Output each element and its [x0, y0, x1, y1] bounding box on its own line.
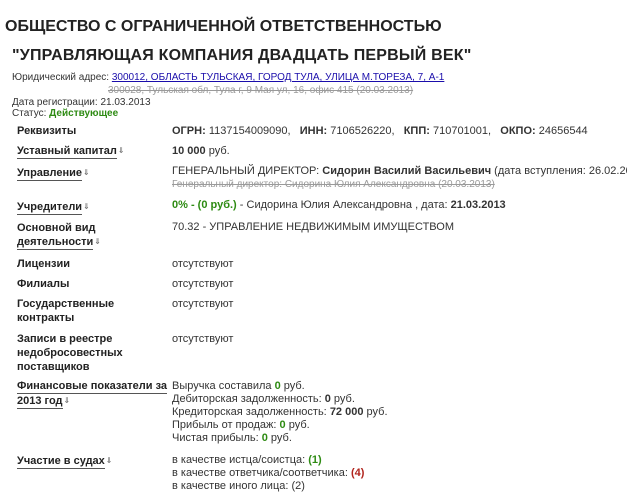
management-previous: Генеральный директор: Сидорина Юлия Алек… — [172, 179, 495, 190]
other-text: в качестве иного лица: — [172, 480, 292, 492]
status-row: Статус: Действующее — [12, 108, 118, 119]
details-label: Реквизиты — [17, 125, 77, 137]
management-label: Управление — [17, 167, 83, 181]
inn-value: 7106526220, — [330, 125, 395, 137]
founders-toggle[interactable]: Учредители⇓ — [17, 201, 90, 215]
net-profit-unit: руб. — [267, 432, 292, 444]
inn-label: ИНН: — [299, 125, 328, 137]
contracts-value: отсутствуют — [172, 298, 234, 310]
licenses-label: Лицензии — [17, 258, 70, 270]
collapse-arrow-icon: ⇓ — [117, 146, 125, 155]
other-count[interactable]: (2) — [292, 480, 305, 492]
capital-value: 10 000 — [172, 145, 206, 157]
activity-label-line1: Основной вид — [17, 222, 96, 234]
courts-toggle[interactable]: Участие в судах⇓ — [17, 455, 113, 469]
net-profit-text: Чистая прибыль: — [172, 432, 262, 444]
sales-profit-unit: руб. — [285, 419, 310, 431]
finance-label-line1: Финансовые показатели за — [17, 380, 168, 394]
contracts-label-line2: контракты — [17, 312, 75, 324]
finance-revenue: Выручка составила 0 руб. — [172, 380, 305, 392]
capital-toggle[interactable]: Уставный капитал⇓ — [17, 145, 125, 159]
founders-value: 0% - (0 руб.) - Сидорина Юлия Александро… — [172, 199, 506, 211]
details-values: ОГРН: 1137154009090, ИНН: 7106526220, КП… — [172, 125, 588, 137]
unfair-label-line3: поставщиков — [17, 361, 90, 373]
branches-value: отсутствуют — [172, 278, 234, 290]
org-form-title: ОБЩЕСТВО С ОГРАНИЧЕННОЙ ОТВЕТСТВЕННОСТЬЮ — [5, 18, 442, 35]
finance-toggle-line2[interactable]: 2013 год⇓ — [17, 395, 71, 409]
capital-unit: руб. — [208, 145, 230, 157]
payables-unit: руб. — [363, 406, 388, 418]
address-label: Юридический адрес: — [12, 72, 110, 83]
management-current: ГЕНЕРАЛЬНЫЙ ДИРЕКТОР: Сидорин Василий Ва… — [172, 165, 627, 177]
registration-date-value: 21.03.2013 — [100, 97, 151, 108]
kpp-label: КПП: — [403, 125, 430, 137]
courts-defendant: в качестве ответчика/соответчика: (4) — [172, 467, 364, 479]
receivables-text: Дебиторская задолженность: — [172, 393, 325, 405]
finance-receivables: Дебиторская задолженность: 0 руб. — [172, 393, 355, 405]
activity-label-line2: деятельности — [17, 236, 94, 250]
director-name: Сидорин Василий Васильевич — [322, 165, 492, 177]
courts-label: Участие в судах — [17, 455, 105, 469]
finance-sales-profit: Прибыль от продаж: 0 руб. — [172, 419, 310, 431]
founders-label: Учредители — [17, 201, 83, 215]
okpo-label: ОКПО: — [500, 125, 536, 137]
status-label: Статус: — [12, 108, 47, 119]
finance-net-profit: Чистая прибыль: 0 руб. — [172, 432, 292, 444]
founder-date: 21.03.2013 — [450, 199, 506, 211]
address-link[interactable]: 300012, ОБЛАСТЬ ТУЛЬСКАЯ, ГОРОД ТУЛА, УЛ… — [112, 72, 445, 83]
ogrn-value: 1137154009090, — [208, 125, 291, 137]
activity-value: 70.32 - УПРАВЛЕНИЕ НЕДВИЖИМЫМ ИМУЩЕСТВОМ — [172, 221, 454, 233]
branches-label: Филиалы — [17, 278, 70, 290]
kpp-value: 710701001, — [432, 125, 492, 137]
ogrn-label: ОГРН: — [172, 125, 206, 137]
sales-profit-text: Прибыль от продаж: — [172, 419, 280, 431]
okpo-value: 24656544 — [538, 125, 588, 137]
plaintiff-count[interactable]: (1) — [308, 454, 321, 466]
management-toggle[interactable]: Управление⇓ — [17, 167, 90, 181]
courts-plaintiff: в качестве истца/соистца: (1) — [172, 454, 322, 466]
founder-info: - Сидорина Юлия Александровна , дата: — [236, 199, 451, 211]
plaintiff-text: в качестве истца/соистца: — [172, 454, 309, 466]
collapse-arrow-icon: ⇓ — [105, 456, 113, 465]
finance-toggle-line1[interactable]: Финансовые показатели за — [17, 380, 168, 394]
unfair-label-line2: недобросовестных — [17, 347, 123, 359]
defendant-count[interactable]: (4) — [351, 467, 364, 479]
courts-other: в качестве иного лица: (2) — [172, 480, 305, 492]
licenses-value: отсутствуют — [172, 258, 234, 270]
defendant-text: в качестве ответчика/соответчика: — [172, 467, 351, 479]
old-address: 300028, Тульская обл, Тула г, 9 Мая ул, … — [108, 85, 414, 96]
company-name-title: "УПРАВЛЯЮЩАЯ КОМПАНИЯ ДВАДЦАТЬ ПЕРВЫЙ ВЕ… — [12, 47, 472, 64]
founder-share: 0% - (0 руб.) — [172, 199, 237, 211]
collapse-arrow-icon: ⇓ — [63, 396, 71, 405]
unfair-value: отсутствуют — [172, 333, 234, 345]
collapse-arrow-icon: ⇓ — [83, 168, 90, 177]
collapse-arrow-icon: ⇓ — [94, 237, 101, 246]
status-badge: Действующее — [49, 108, 119, 119]
capital-value-row: 10 000 руб. — [172, 145, 230, 157]
receivables-unit: руб. — [330, 393, 355, 405]
contracts-label-line1: Государственные — [17, 298, 115, 310]
unfair-label-line1: Записи в реестре — [17, 333, 113, 345]
registration-date-row: Дата регистрации: 21.03.2013 — [12, 97, 151, 108]
capital-label: Уставный капитал — [17, 145, 117, 159]
payables-value: 72 000 — [329, 406, 364, 418]
finance-payables: Кредиторская задолженность: 72 000 руб. — [172, 406, 388, 418]
revenue-text: Выручка составила — [172, 380, 275, 392]
collapse-arrow-icon: ⇓ — [83, 202, 90, 211]
payables-text: Кредиторская задолженность: — [172, 406, 330, 418]
director-since: (дата вступления: 26.02.2014) — [494, 165, 627, 177]
activity-toggle[interactable]: деятельности⇓ — [17, 236, 101, 250]
finance-label-line2: 2013 год — [17, 395, 63, 409]
revenue-unit: руб. — [280, 380, 305, 392]
legal-address-row: Юридический адрес: 300012, ОБЛАСТЬ ТУЛЬС… — [12, 72, 444, 83]
director-role: ГЕНЕРАЛЬНЫЙ ДИРЕКТОР: — [172, 165, 320, 177]
registration-date-label: Дата регистрации: — [12, 97, 98, 108]
